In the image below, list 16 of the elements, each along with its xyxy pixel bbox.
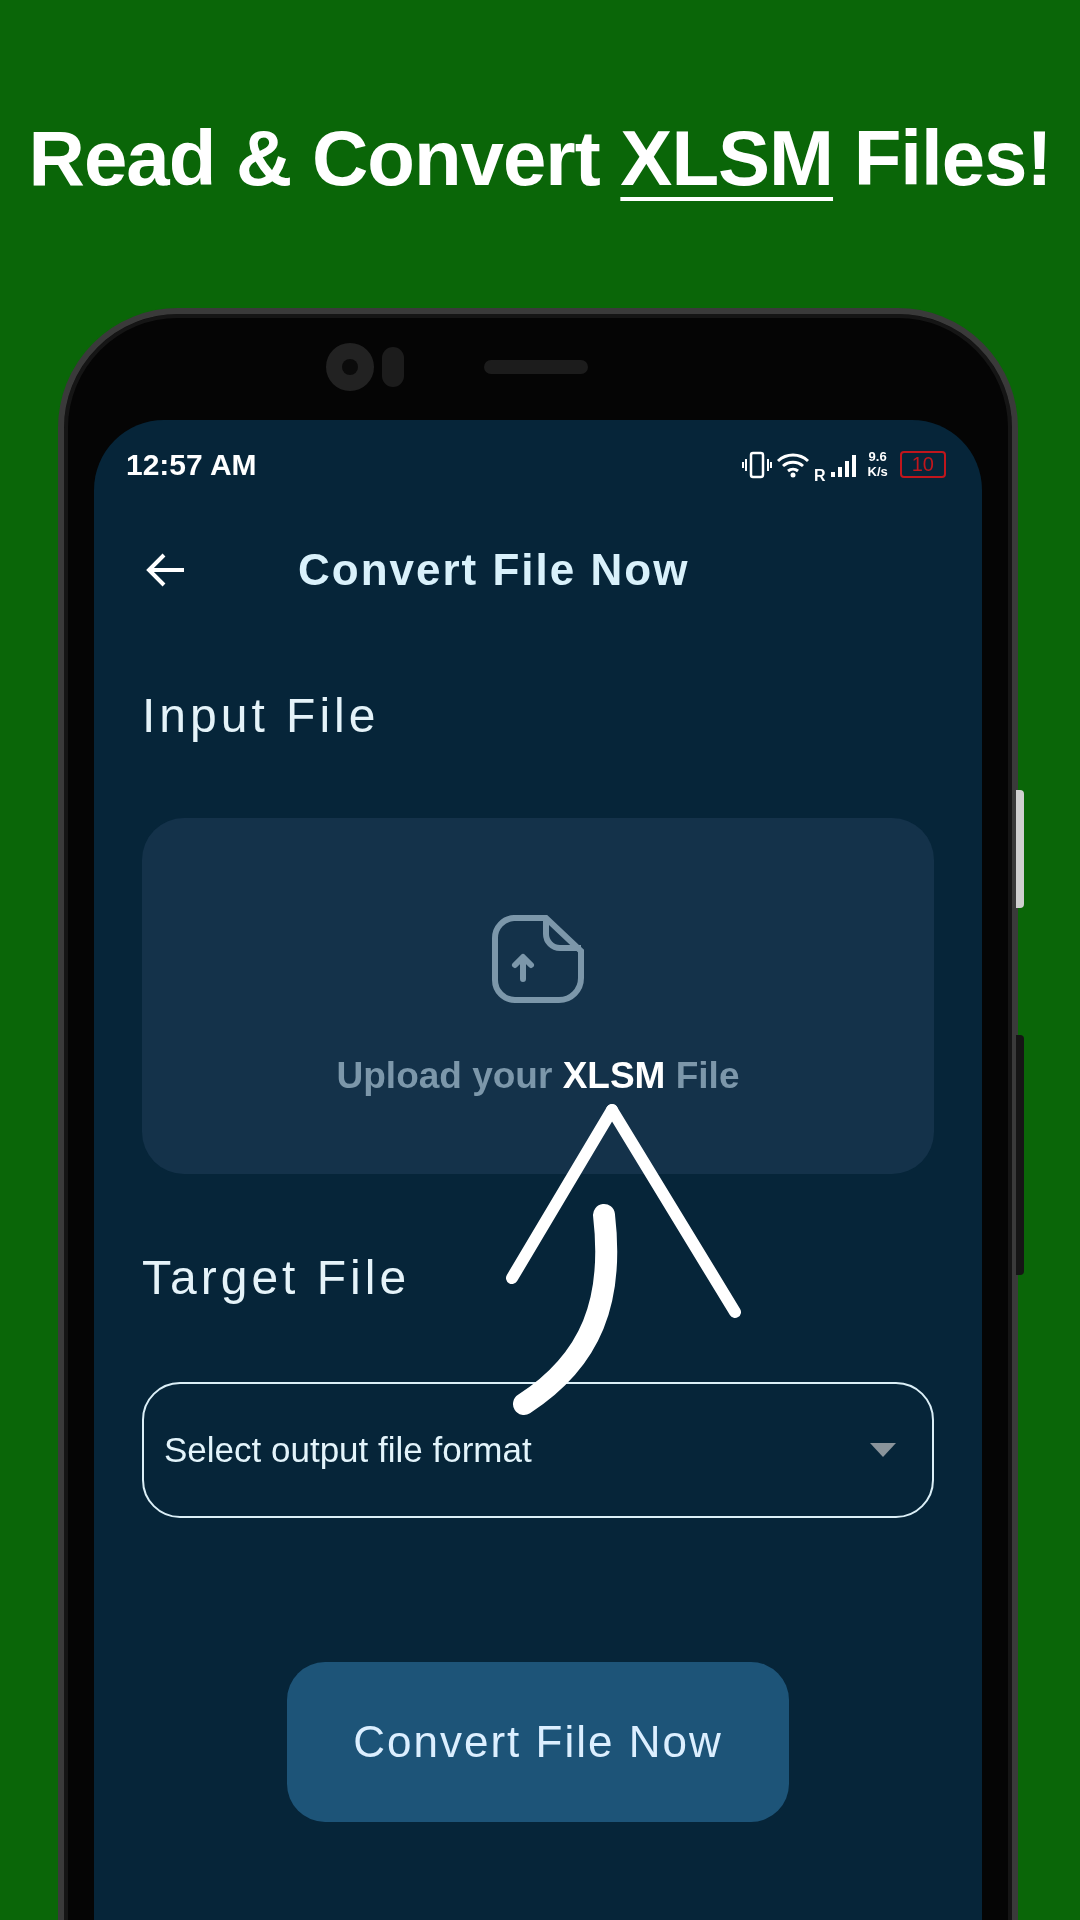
network-type: R [813, 466, 826, 485]
convert-button[interactable]: Convert File Now [287, 1661, 789, 1822]
upload-hint: Upload your XLSM File [336, 1054, 740, 1097]
headline: Read & Convert XLSM Files! [27, 113, 1053, 204]
network-speed: 9.6 K/s [867, 450, 888, 479]
section-label: Input File [142, 687, 381, 744]
file-upload-icon [492, 914, 584, 1003]
battery-level: 10 [899, 451, 946, 479]
wifi-icon [775, 451, 810, 478]
toolbar-title: Convert File Now [298, 544, 690, 595]
format-dropdown[interactable]: Select output file format [142, 1381, 934, 1518]
section-label: Target File [142, 1249, 412, 1306]
status-time: 12:57 AM [126, 447, 257, 482]
vibrate-icon [741, 450, 772, 479]
upload-area[interactable]: Upload your XLSM File [142, 817, 934, 1174]
dropdown-caret-icon [870, 1442, 896, 1457]
